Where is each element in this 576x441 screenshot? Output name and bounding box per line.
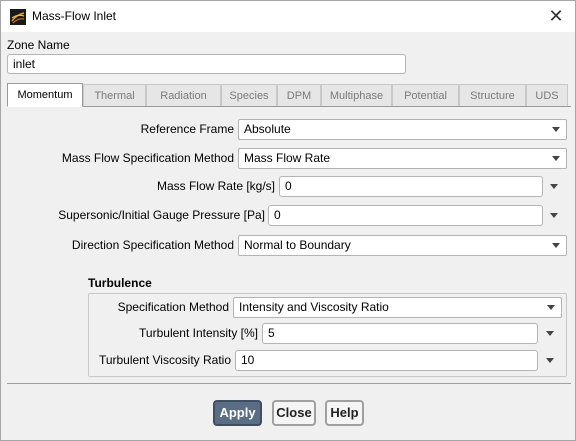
turbulent-viscosity-ratio-label: Turbulent Viscosity Ratio (98, 353, 231, 367)
close-icon[interactable]: ✕ (545, 5, 567, 27)
tab-potential[interactable]: Potential (392, 84, 459, 106)
fluent-logo-icon (10, 9, 26, 25)
turbulent-intensity-options-icon[interactable] (546, 331, 554, 336)
tab-species[interactable]: Species (221, 84, 277, 106)
tab-radiation[interactable]: Radiation (146, 84, 221, 106)
turbulent-intensity-input[interactable]: 5 (262, 323, 538, 344)
reference-frame-label: Reference Frame (140, 122, 234, 136)
tab-thermal[interactable]: Thermal (83, 84, 146, 106)
mass-flow-spec-value: Mass Flow Rate (244, 151, 331, 165)
mass-flow-rate-input[interactable]: 0 (279, 176, 543, 197)
tab-momentum[interactable]: Momentum (7, 83, 83, 107)
gauge-pressure-label: Supersonic/Initial Gauge Pressure [Pa] (58, 208, 265, 222)
mass-flow-rate-options-icon[interactable] (550, 184, 558, 189)
footer-divider (7, 383, 571, 384)
reference-frame-value: Absolute (244, 122, 291, 136)
chevron-down-icon (552, 156, 560, 161)
turbulent-viscosity-ratio-input[interactable]: 10 (235, 350, 538, 371)
turbulent-intensity-label: Turbulent Intensity [%] (139, 326, 258, 340)
chevron-down-icon (552, 127, 560, 132)
tab-uds[interactable]: UDS (526, 84, 568, 106)
zone-name-field[interactable]: inlet (7, 54, 406, 74)
reference-frame-select[interactable]: Absolute (238, 119, 567, 140)
mass-flow-spec-select[interactable]: Mass Flow Rate (238, 148, 567, 169)
direction-spec-label: Direction Specification Method (71, 238, 234, 252)
zone-name-label: Zone Name (7, 38, 70, 52)
mass-flow-spec-label: Mass Flow Specification Method (61, 151, 234, 165)
tab-multiphase[interactable]: Multiphase (321, 84, 392, 106)
gauge-pressure-input[interactable]: 0 (268, 205, 543, 226)
turbulence-spec-label: Specification Method (117, 300, 229, 314)
mass-flow-inlet-dialog: Mass-Flow Inlet ✕ Zone Name inlet Moment… (0, 0, 576, 441)
turbulence-spec-value: Intensity and Viscosity Ratio (239, 300, 389, 314)
apply-button[interactable]: Apply (213, 400, 262, 426)
window-title: Mass-Flow Inlet (32, 9, 117, 23)
turbulence-spec-select[interactable]: Intensity and Viscosity Ratio (233, 297, 562, 318)
gauge-pressure-options-icon[interactable] (550, 213, 558, 218)
help-button[interactable]: Help (325, 400, 364, 426)
turbulence-heading: Turbulence (88, 276, 152, 290)
tab-structure[interactable]: Structure (459, 84, 526, 106)
title-bar: Mass-Flow Inlet ✕ (1, 1, 575, 32)
direction-spec-value: Normal to Boundary (244, 238, 351, 252)
tab-dpm[interactable]: DPM (277, 84, 321, 106)
direction-spec-select[interactable]: Normal to Boundary (238, 235, 567, 256)
chevron-down-icon (547, 305, 555, 310)
close-button[interactable]: Close (272, 400, 316, 426)
turbulent-viscosity-ratio-options-icon[interactable] (546, 358, 554, 363)
mass-flow-rate-label: Mass Flow Rate [kg/s] (156, 179, 275, 193)
chevron-down-icon (552, 243, 560, 248)
